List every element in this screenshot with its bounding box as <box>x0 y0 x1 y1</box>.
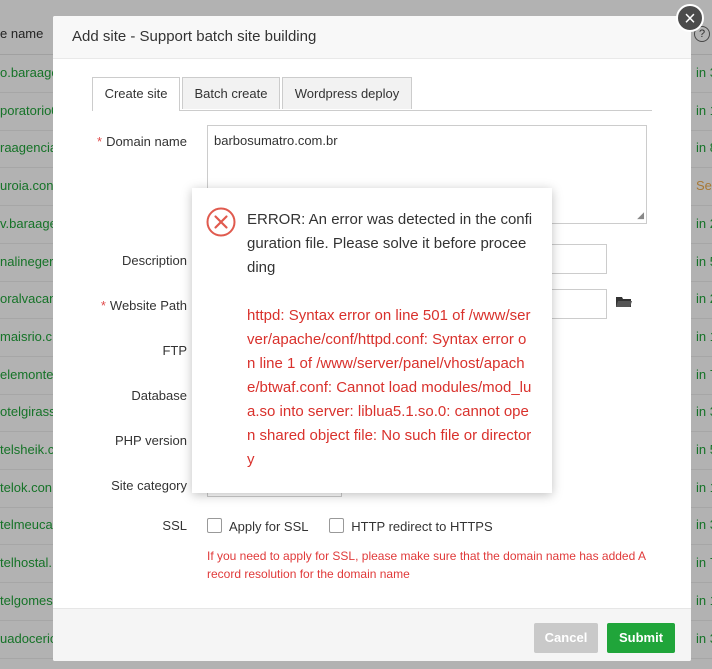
ssl-note: If you need to apply for SSL, please mak… <box>207 549 646 581</box>
tab-batch-create[interactable]: Batch create <box>182 77 280 109</box>
ssl-options: Apply for SSL HTTP redirect to HTTPS <box>207 518 493 534</box>
path-label: * Website Path <box>100 298 187 313</box>
ssl-label: SSL <box>162 518 187 533</box>
tab-create-site[interactable]: Create site <box>92 77 180 111</box>
php-version-label: PHP version <box>114 433 187 448</box>
error-icon <box>206 207 236 237</box>
resize-grip-icon[interactable]: ◢ <box>637 210 644 221</box>
error-detail: httpd: Syntax error on line 501 of /www/… <box>247 307 532 468</box>
https-redirect-label: HTTP redirect to HTTPS <box>351 519 493 534</box>
domain-label: * Domain name <box>97 134 187 149</box>
ftp-label: FTP <box>162 343 187 358</box>
error-dialog: ERROR: An error was detected in the conf… <box>192 188 552 493</box>
close-icon[interactable]: × <box>676 4 704 32</box>
apply-ssl-label: Apply for SSL <box>229 519 309 534</box>
folder-icon[interactable] <box>616 296 632 308</box>
modal-title: Add site - Support batch site building <box>72 28 317 45</box>
modal-footer: Cancel Submit <box>53 608 691 661</box>
apply-ssl-checkbox[interactable] <box>207 518 222 533</box>
https-redirect-checkbox[interactable] <box>329 518 345 533</box>
error-title: ERROR: An error was detected in the conf… <box>247 211 533 276</box>
submit-button[interactable]: Submit <box>607 623 675 653</box>
tab-wordpress-deploy[interactable]: Wordpress deploy <box>282 77 412 109</box>
site-category-label: Site category <box>111 478 187 493</box>
cancel-button[interactable]: Cancel <box>534 623 598 653</box>
tab-bar: Create site Batch create Wordpress deplo… <box>92 77 652 111</box>
modal-title-bar: Add site - Support batch site building <box>53 16 691 59</box>
database-label: Database <box>131 388 187 403</box>
description-label: Description <box>121 253 187 268</box>
domain-value: barbosumatro.com.br <box>214 133 338 148</box>
